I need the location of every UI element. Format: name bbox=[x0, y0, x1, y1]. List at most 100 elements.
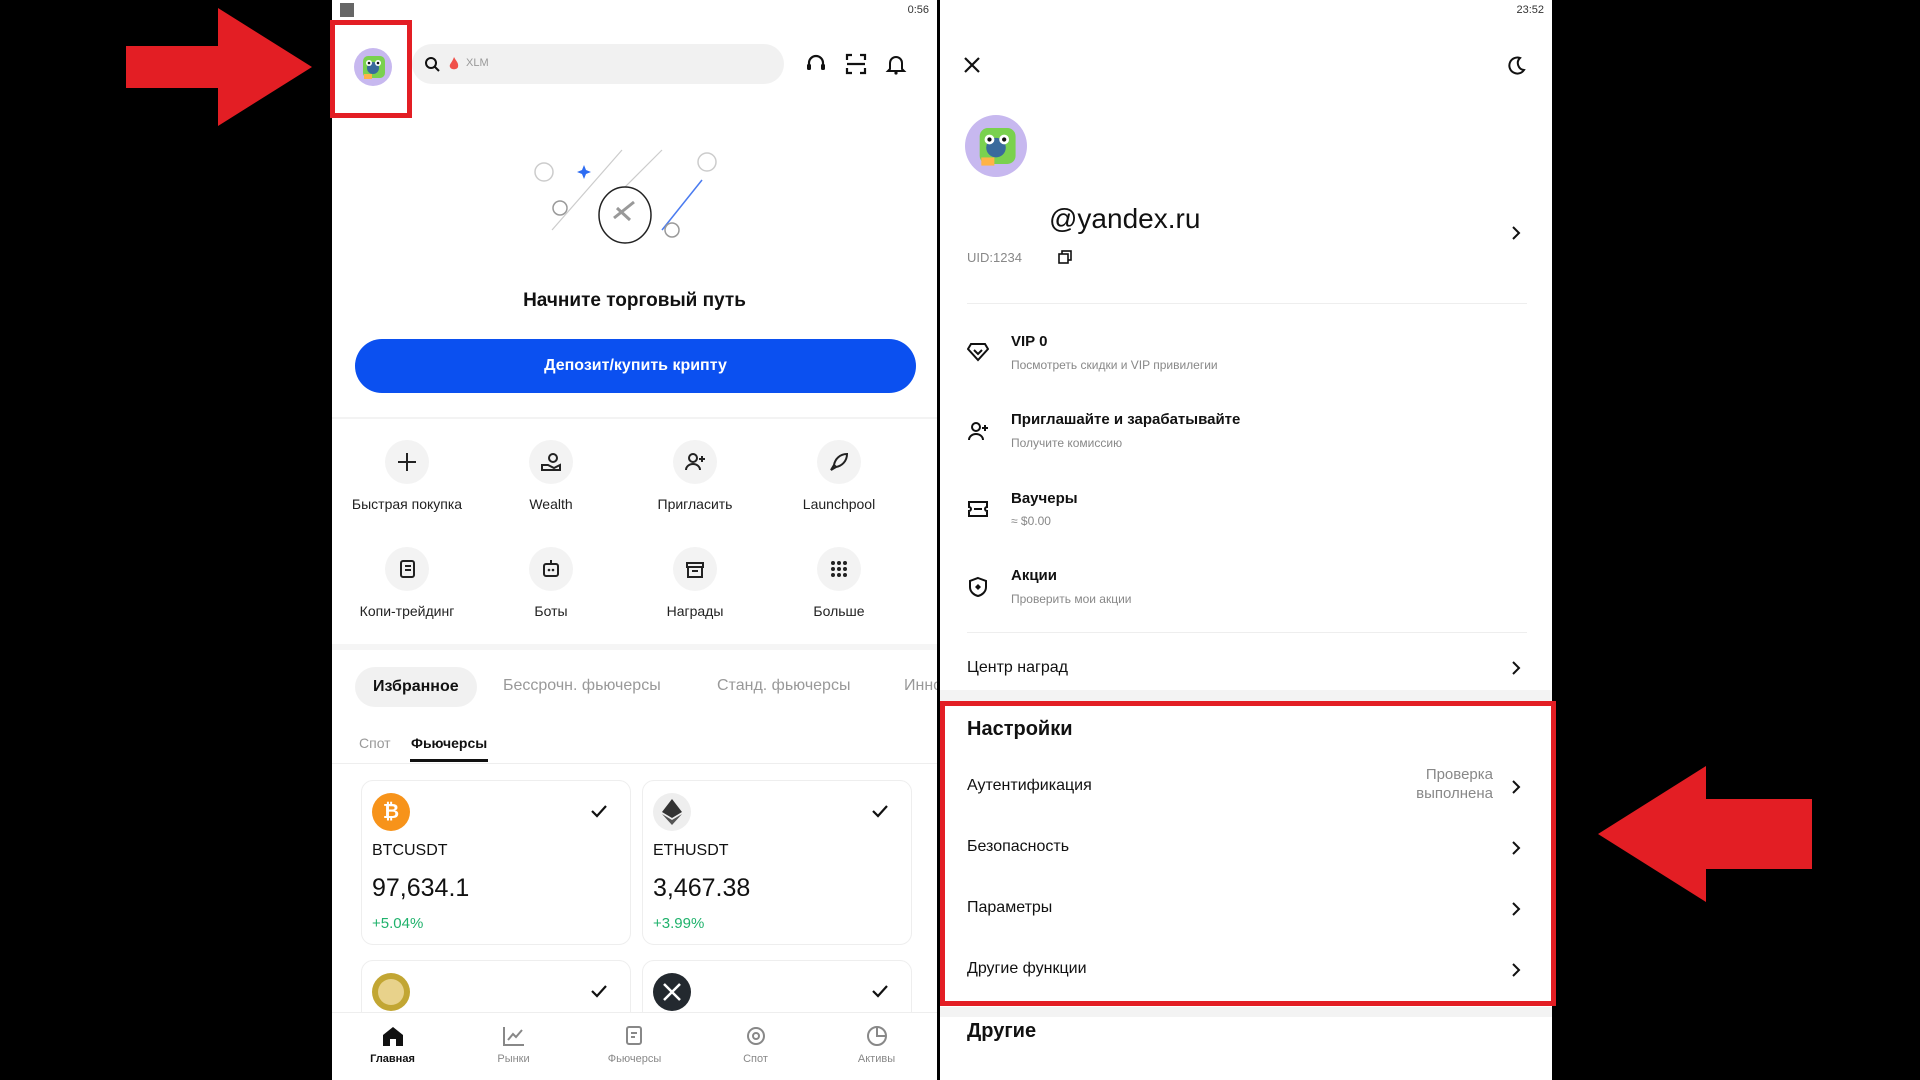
menu-subtitle: ≈ $0.00 bbox=[1011, 514, 1051, 528]
nav-futures[interactable]: Фьючерсы bbox=[574, 1013, 695, 1065]
nav-spot[interactable]: Спот bbox=[695, 1013, 816, 1065]
tab-standard-futures[interactable]: Станд. фьючерсы bbox=[717, 677, 850, 695]
futures-icon bbox=[625, 1026, 642, 1045]
chevron-right-icon bbox=[1504, 656, 1528, 680]
bottom-nav: Главная Рынки Фьючерсы Спот Активы bbox=[332, 1012, 937, 1080]
profile-email: @yandex.ru bbox=[1049, 203, 1201, 234]
quick-action-rewards[interactable]: Награды bbox=[620, 547, 770, 619]
market-card-eth[interactable]: ETHUSDT 3,467.38 +3.99% bbox=[642, 780, 912, 945]
home-screen: 0:56 XLM Начните торговый путь Депозит/к… bbox=[332, 0, 937, 1080]
gift-icon bbox=[673, 547, 717, 591]
invite-icon bbox=[673, 440, 717, 484]
add-user-icon bbox=[968, 422, 988, 441]
other-heading: Другие bbox=[967, 1020, 1037, 1042]
quick-action-label: Быстрая покупка bbox=[351, 496, 463, 512]
menu-subtitle: Получите комиссию bbox=[1011, 436, 1123, 450]
quick-action-wealth[interactable]: Wealth bbox=[476, 440, 626, 512]
rewards-center-label: Центр наград bbox=[967, 659, 1068, 676]
quick-action-bots[interactable]: Боты bbox=[476, 547, 626, 619]
menu-promotions[interactable]: Акции Проверить мои акции bbox=[967, 564, 1527, 614]
coins-illustration bbox=[534, 149, 717, 244]
menu-title: Приглашайте и зарабатывайте bbox=[1011, 411, 1241, 428]
voucher-icon bbox=[968, 501, 988, 517]
wealth-icon bbox=[529, 440, 573, 484]
arrow-right-icon bbox=[126, 8, 312, 126]
divider bbox=[967, 303, 1527, 304]
avatar-highlight-box bbox=[330, 20, 412, 118]
card-price: 3,467.38 bbox=[653, 874, 751, 902]
menu-invite[interactable]: Приглашайте и зарабатывайте Получите ком… bbox=[967, 408, 1527, 458]
nav-label: Активы bbox=[857, 1053, 896, 1065]
arrow-left-icon bbox=[1598, 766, 1812, 902]
card-change: +5.04% bbox=[372, 915, 424, 932]
quick-action-label: Награды bbox=[666, 603, 724, 619]
search-hint: XLM bbox=[466, 57, 489, 69]
status-time: 23:52 bbox=[1516, 4, 1544, 16]
dogecoin-icon bbox=[372, 973, 410, 1011]
search-bar[interactable]: XLM bbox=[412, 44, 784, 84]
check-icon[interactable] bbox=[590, 803, 608, 819]
status-time: 0:56 bbox=[907, 4, 929, 16]
nav-assets[interactable]: Активы bbox=[816, 1013, 937, 1065]
copy-trading-icon bbox=[385, 547, 429, 591]
nav-home[interactable]: Главная bbox=[332, 1013, 453, 1065]
tab-innovation[interactable]: Инно bbox=[904, 677, 937, 695]
menu-subtitle: Посмотреть скидки и VIP привилегии bbox=[1011, 358, 1218, 372]
check-icon[interactable] bbox=[871, 803, 889, 819]
menu-vouchers[interactable]: Ваучеры ≈ $0.00 bbox=[967, 487, 1527, 537]
scan-icon[interactable] bbox=[844, 52, 868, 76]
tab-perpetual-futures[interactable]: Бессрочн. фьючерсы bbox=[503, 677, 661, 695]
quick-action-label: Больше bbox=[813, 603, 865, 619]
profile-uid: UID:1234 bbox=[967, 250, 1022, 265]
status-notification-icon bbox=[340, 3, 354, 17]
divider bbox=[332, 417, 937, 419]
menu-vip[interactable]: VIP 0 Посмотреть скидки и VIP привилегии bbox=[967, 330, 1527, 380]
close-icon[interactable] bbox=[962, 55, 982, 75]
xrp-icon bbox=[653, 973, 691, 1011]
bitcoin-icon: ₿ bbox=[372, 793, 410, 831]
spot-icon bbox=[746, 1027, 765, 1045]
copy-icon[interactable] bbox=[1058, 250, 1072, 264]
diamond-icon bbox=[967, 343, 989, 362]
bell-icon[interactable] bbox=[884, 52, 908, 76]
quick-action-launchpool[interactable]: Launchpool bbox=[764, 440, 914, 512]
fire-icon bbox=[449, 57, 459, 70]
section-divider bbox=[940, 1007, 1552, 1017]
check-icon[interactable] bbox=[871, 983, 889, 999]
section-divider bbox=[332, 644, 937, 650]
promo-icon bbox=[969, 576, 987, 598]
quick-action-label: Пригласить bbox=[657, 496, 733, 512]
quick-action-label: Wealth bbox=[529, 496, 573, 512]
rewards-center-row[interactable]: Центр наград bbox=[967, 650, 1527, 686]
nav-label: Рынки bbox=[497, 1053, 530, 1065]
market-card-btc[interactable]: ₿ BTCUSDT 97,634.1 +5.04% bbox=[361, 780, 631, 945]
dark-mode-moon-icon[interactable] bbox=[1505, 55, 1527, 77]
quick-action-more[interactable]: Больше bbox=[764, 547, 914, 619]
support-headset-icon[interactable] bbox=[804, 52, 828, 76]
pie-chart-icon bbox=[866, 1026, 887, 1046]
deposit-button[interactable]: Депозит/купить крипту bbox=[355, 339, 916, 393]
subtab-spot[interactable]: Спот bbox=[359, 735, 391, 751]
subtab-futures[interactable]: Фьючерсы bbox=[411, 735, 487, 751]
quick-action-copy-trading[interactable]: Копи-трейдинг bbox=[332, 547, 482, 619]
ethereum-icon bbox=[653, 793, 691, 831]
home-icon bbox=[382, 1027, 403, 1046]
avatar-icon bbox=[979, 128, 1016, 166]
quick-action-label: Боты bbox=[534, 603, 568, 619]
search-icon bbox=[425, 57, 440, 72]
check-icon[interactable] bbox=[590, 983, 608, 999]
quick-action-fast-buy[interactable]: Быстрая покупка bbox=[332, 440, 482, 512]
card-change: +3.99% bbox=[653, 915, 705, 932]
quick-action-invite[interactable]: Пригласить bbox=[620, 440, 770, 512]
quick-action-label: Launchpool bbox=[802, 496, 876, 512]
nav-label: Спот bbox=[743, 1053, 768, 1065]
profile-chevron-icon[interactable] bbox=[1504, 221, 1528, 245]
settings-highlight-box bbox=[940, 701, 1556, 1006]
tab-favorites[interactable]: Избранное bbox=[355, 667, 477, 707]
card-symbol: ETHUSDT bbox=[653, 842, 729, 859]
profile-avatar[interactable] bbox=[965, 115, 1027, 177]
menu-title: Ваучеры bbox=[1011, 490, 1078, 507]
grid-icon bbox=[817, 547, 861, 591]
nav-markets[interactable]: Рынки bbox=[453, 1013, 574, 1065]
nav-label: Фьючерсы bbox=[607, 1053, 662, 1065]
